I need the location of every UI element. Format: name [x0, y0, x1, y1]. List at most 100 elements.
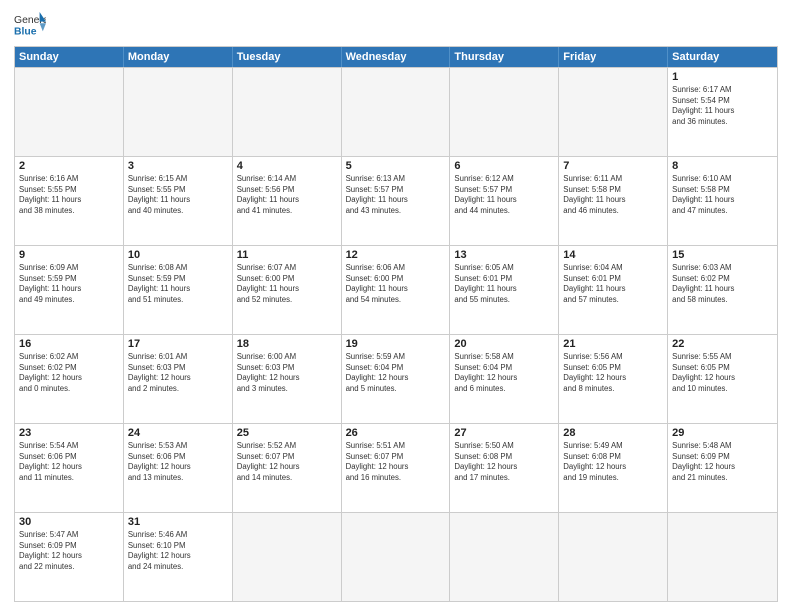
generalblue-logo-icon: General Blue [14, 10, 46, 38]
day-info: Sunrise: 6:06 AM Sunset: 6:00 PM Dayligh… [346, 263, 446, 305]
day-number: 7 [563, 160, 663, 172]
day-cell-18: 18Sunrise: 6:00 AM Sunset: 6:03 PM Dayli… [233, 335, 342, 423]
day-number: 24 [128, 427, 228, 439]
header-day-sunday: Sunday [15, 47, 124, 67]
day-info: Sunrise: 6:03 AM Sunset: 6:02 PM Dayligh… [672, 263, 773, 305]
header-day-friday: Friday [559, 47, 668, 67]
day-info: Sunrise: 5:55 AM Sunset: 6:05 PM Dayligh… [672, 352, 773, 394]
day-number: 25 [237, 427, 337, 439]
day-cell-9: 9Sunrise: 6:09 AM Sunset: 5:59 PM Daylig… [15, 246, 124, 334]
header-day-monday: Monday [124, 47, 233, 67]
day-cell-1: 1Sunrise: 6:17 AM Sunset: 5:54 PM Daylig… [668, 68, 777, 156]
day-info: Sunrise: 5:58 AM Sunset: 6:04 PM Dayligh… [454, 352, 554, 394]
day-info: Sunrise: 5:56 AM Sunset: 6:05 PM Dayligh… [563, 352, 663, 394]
day-cell-14: 14 Sunrise: 6:04 AM Sunset: 6:01 PM Dayli… [559, 246, 668, 334]
page-header: General Blue [14, 10, 778, 38]
day-info: Sunrise: 6:04 AM Sunset: 6:01 PM Dayligh… [563, 263, 663, 305]
day-info: Sunrise: 6:08 AM Sunset: 5:59 PM Dayligh… [128, 263, 228, 305]
day-info: Sunrise: 5:49 AM Sunset: 6:08 PM Dayligh… [563, 441, 663, 483]
day-number: 3 [128, 160, 228, 172]
day-number: 20 [454, 338, 554, 350]
day-info: Sunrise: 6:01 AM Sunset: 6:03 PM Dayligh… [128, 352, 228, 394]
day-info: Sunrise: 6:12 AM Sunset: 5:57 PM Dayligh… [454, 174, 554, 216]
day-cell-empty [668, 513, 777, 601]
day-info: Sunrise: 6:13 AM Sunset: 5:57 PM Dayligh… [346, 174, 446, 216]
calendar-header: SundayMondayTuesdayWednesdayThursdayFrid… [15, 47, 777, 67]
day-cell-4: 4 Sunrise: 6:14 AM Sunset: 5:56 PM Daylig… [233, 157, 342, 245]
day-cell-16: 16Sunrise: 6:02 AM Sunset: 6:02 PM Dayli… [15, 335, 124, 423]
calendar-body: 1Sunrise: 6:17 AM Sunset: 5:54 PM Daylig… [15, 67, 777, 601]
day-number: 6 [454, 160, 554, 172]
calendar-week-2: 2 Sunrise: 6:16 AM Sunset: 5:55 PM Daylig… [15, 156, 777, 245]
day-cell-22: 22 Sunrise: 5:55 AM Sunset: 6:05 PM Dayli… [668, 335, 777, 423]
day-cell-31: 31 Sunrise: 5:46 AM Sunset: 6:10 PM Dayli… [124, 513, 233, 601]
day-number: 22 [672, 338, 773, 350]
day-cell-6: 6 Sunrise: 6:12 AM Sunset: 5:57 PM Daylig… [450, 157, 559, 245]
day-number: 27 [454, 427, 554, 439]
day-number: 17 [128, 338, 228, 350]
day-cell-20: 20 Sunrise: 5:58 AM Sunset: 6:04 PM Dayli… [450, 335, 559, 423]
day-cell-10: 10Sunrise: 6:08 AM Sunset: 5:59 PM Dayli… [124, 246, 233, 334]
day-number: 19 [346, 338, 446, 350]
day-cell-29: 29Sunrise: 5:48 AM Sunset: 6:09 PM Dayli… [668, 424, 777, 512]
day-info: Sunrise: 5:46 AM Sunset: 6:10 PM Dayligh… [128, 530, 228, 572]
header-day-saturday: Saturday [668, 47, 777, 67]
day-cell-3: 3 Sunrise: 6:15 AM Sunset: 5:55 PM Daylig… [124, 157, 233, 245]
day-cell-empty [15, 68, 124, 156]
day-info: Sunrise: 5:51 AM Sunset: 6:07 PM Dayligh… [346, 441, 446, 483]
calendar-week-3: 9Sunrise: 6:09 AM Sunset: 5:59 PM Daylig… [15, 245, 777, 334]
day-number: 14 [563, 249, 663, 261]
day-cell-27: 27 Sunrise: 5:50 AM Sunset: 6:08 PM Dayli… [450, 424, 559, 512]
day-info: Sunrise: 6:10 AM Sunset: 5:58 PM Dayligh… [672, 174, 773, 216]
day-number: 8 [672, 160, 773, 172]
day-cell-5: 5 Sunrise: 6:13 AM Sunset: 5:57 PM Daylig… [342, 157, 451, 245]
day-number: 31 [128, 516, 228, 528]
day-info: Sunrise: 6:14 AM Sunset: 5:56 PM Dayligh… [237, 174, 337, 216]
day-info: Sunrise: 5:50 AM Sunset: 6:08 PM Dayligh… [454, 441, 554, 483]
day-cell-12: 12 Sunrise: 6:06 AM Sunset: 6:00 PM Dayli… [342, 246, 451, 334]
day-number: 2 [19, 160, 119, 172]
day-cell-empty [342, 68, 451, 156]
day-info: Sunrise: 5:47 AM Sunset: 6:09 PM Dayligh… [19, 530, 119, 572]
day-number: 21 [563, 338, 663, 350]
day-info: Sunrise: 5:59 AM Sunset: 6:04 PM Dayligh… [346, 352, 446, 394]
header-day-tuesday: Tuesday [233, 47, 342, 67]
day-info: Sunrise: 6:15 AM Sunset: 5:55 PM Dayligh… [128, 174, 228, 216]
day-number: 5 [346, 160, 446, 172]
day-number: 13 [454, 249, 554, 261]
header-day-wednesday: Wednesday [342, 47, 451, 67]
day-number: 4 [237, 160, 337, 172]
day-info: Sunrise: 5:53 AM Sunset: 6:06 PM Dayligh… [128, 441, 228, 483]
day-cell-empty [233, 513, 342, 601]
calendar-week-5: 23Sunrise: 5:54 AM Sunset: 6:06 PM Dayli… [15, 423, 777, 512]
calendar-week-6: 30 Sunrise: 5:47 AM Sunset: 6:09 PM Dayli… [15, 512, 777, 601]
svg-text:Blue: Blue [14, 26, 37, 37]
day-info: Sunrise: 6:11 AM Sunset: 5:58 PM Dayligh… [563, 174, 663, 216]
day-info: Sunrise: 6:17 AM Sunset: 5:54 PM Dayligh… [672, 85, 773, 127]
day-cell-24: 24 Sunrise: 5:53 AM Sunset: 6:06 PM Dayli… [124, 424, 233, 512]
day-cell-empty [450, 68, 559, 156]
day-cell-23: 23Sunrise: 5:54 AM Sunset: 6:06 PM Dayli… [15, 424, 124, 512]
day-cell-26: 26Sunrise: 5:51 AM Sunset: 6:07 PM Dayli… [342, 424, 451, 512]
header-day-thursday: Thursday [450, 47, 559, 67]
day-cell-empty [450, 513, 559, 601]
day-number: 16 [19, 338, 119, 350]
day-number: 12 [346, 249, 446, 261]
day-info: Sunrise: 5:52 AM Sunset: 6:07 PM Dayligh… [237, 441, 337, 483]
day-info: Sunrise: 6:05 AM Sunset: 6:01 PM Dayligh… [454, 263, 554, 305]
day-cell-empty [233, 68, 342, 156]
day-cell-28: 28Sunrise: 5:49 AM Sunset: 6:08 PM Dayli… [559, 424, 668, 512]
day-cell-empty [342, 513, 451, 601]
day-cell-empty [559, 513, 668, 601]
calendar: SundayMondayTuesdayWednesdayThursdayFrid… [14, 46, 778, 602]
day-number: 11 [237, 249, 337, 261]
day-cell-21: 21 Sunrise: 5:56 AM Sunset: 6:05 PM Dayli… [559, 335, 668, 423]
day-cell-25: 25 Sunrise: 5:52 AM Sunset: 6:07 PM Dayli… [233, 424, 342, 512]
day-cell-17: 17 Sunrise: 6:01 AM Sunset: 6:03 PM Dayli… [124, 335, 233, 423]
day-info: Sunrise: 6:16 AM Sunset: 5:55 PM Dayligh… [19, 174, 119, 216]
day-cell-empty [124, 68, 233, 156]
day-info: Sunrise: 6:09 AM Sunset: 5:59 PM Dayligh… [19, 263, 119, 305]
day-cell-8: 8 Sunrise: 6:10 AM Sunset: 5:58 PM Daylig… [668, 157, 777, 245]
day-number: 30 [19, 516, 119, 528]
day-cell-30: 30 Sunrise: 5:47 AM Sunset: 6:09 PM Dayli… [15, 513, 124, 601]
